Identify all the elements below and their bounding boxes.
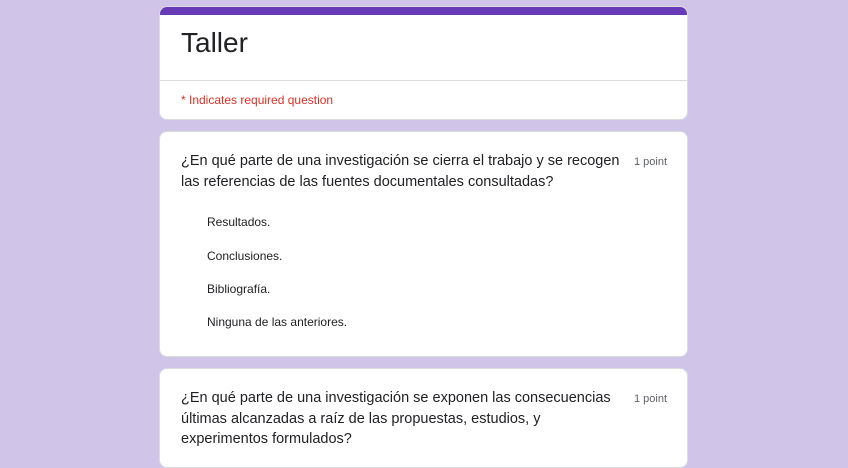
header-divider (160, 80, 687, 81)
question-1-points: 1 point (633, 156, 667, 168)
option-resultados[interactable]: Resultados. (207, 214, 270, 230)
question-card-1: ¿En qué parte de una investigación se ci… (159, 131, 688, 357)
header-accent-bar (160, 7, 687, 15)
option-ninguna[interactable]: Ninguna de las anteriores. (207, 314, 347, 330)
option-conclusiones[interactable]: Conclusiones. (207, 248, 282, 264)
question-card-2: ¿En qué parte de una investigación se ex… (159, 368, 688, 468)
option-bibliografia[interactable]: Bibliografía. (207, 281, 270, 297)
question-2-title: ¿En qué parte de una investigación se ex… (181, 390, 611, 447)
form-title: Taller (181, 27, 248, 58)
form-header-card: Taller * Indicates required question (159, 6, 688, 120)
question-2-points: 1 point (633, 393, 667, 405)
required-question-note: * Indicates required question (181, 93, 334, 107)
question-1-title: ¿En qué parte de una investigación se ci… (181, 153, 620, 190)
